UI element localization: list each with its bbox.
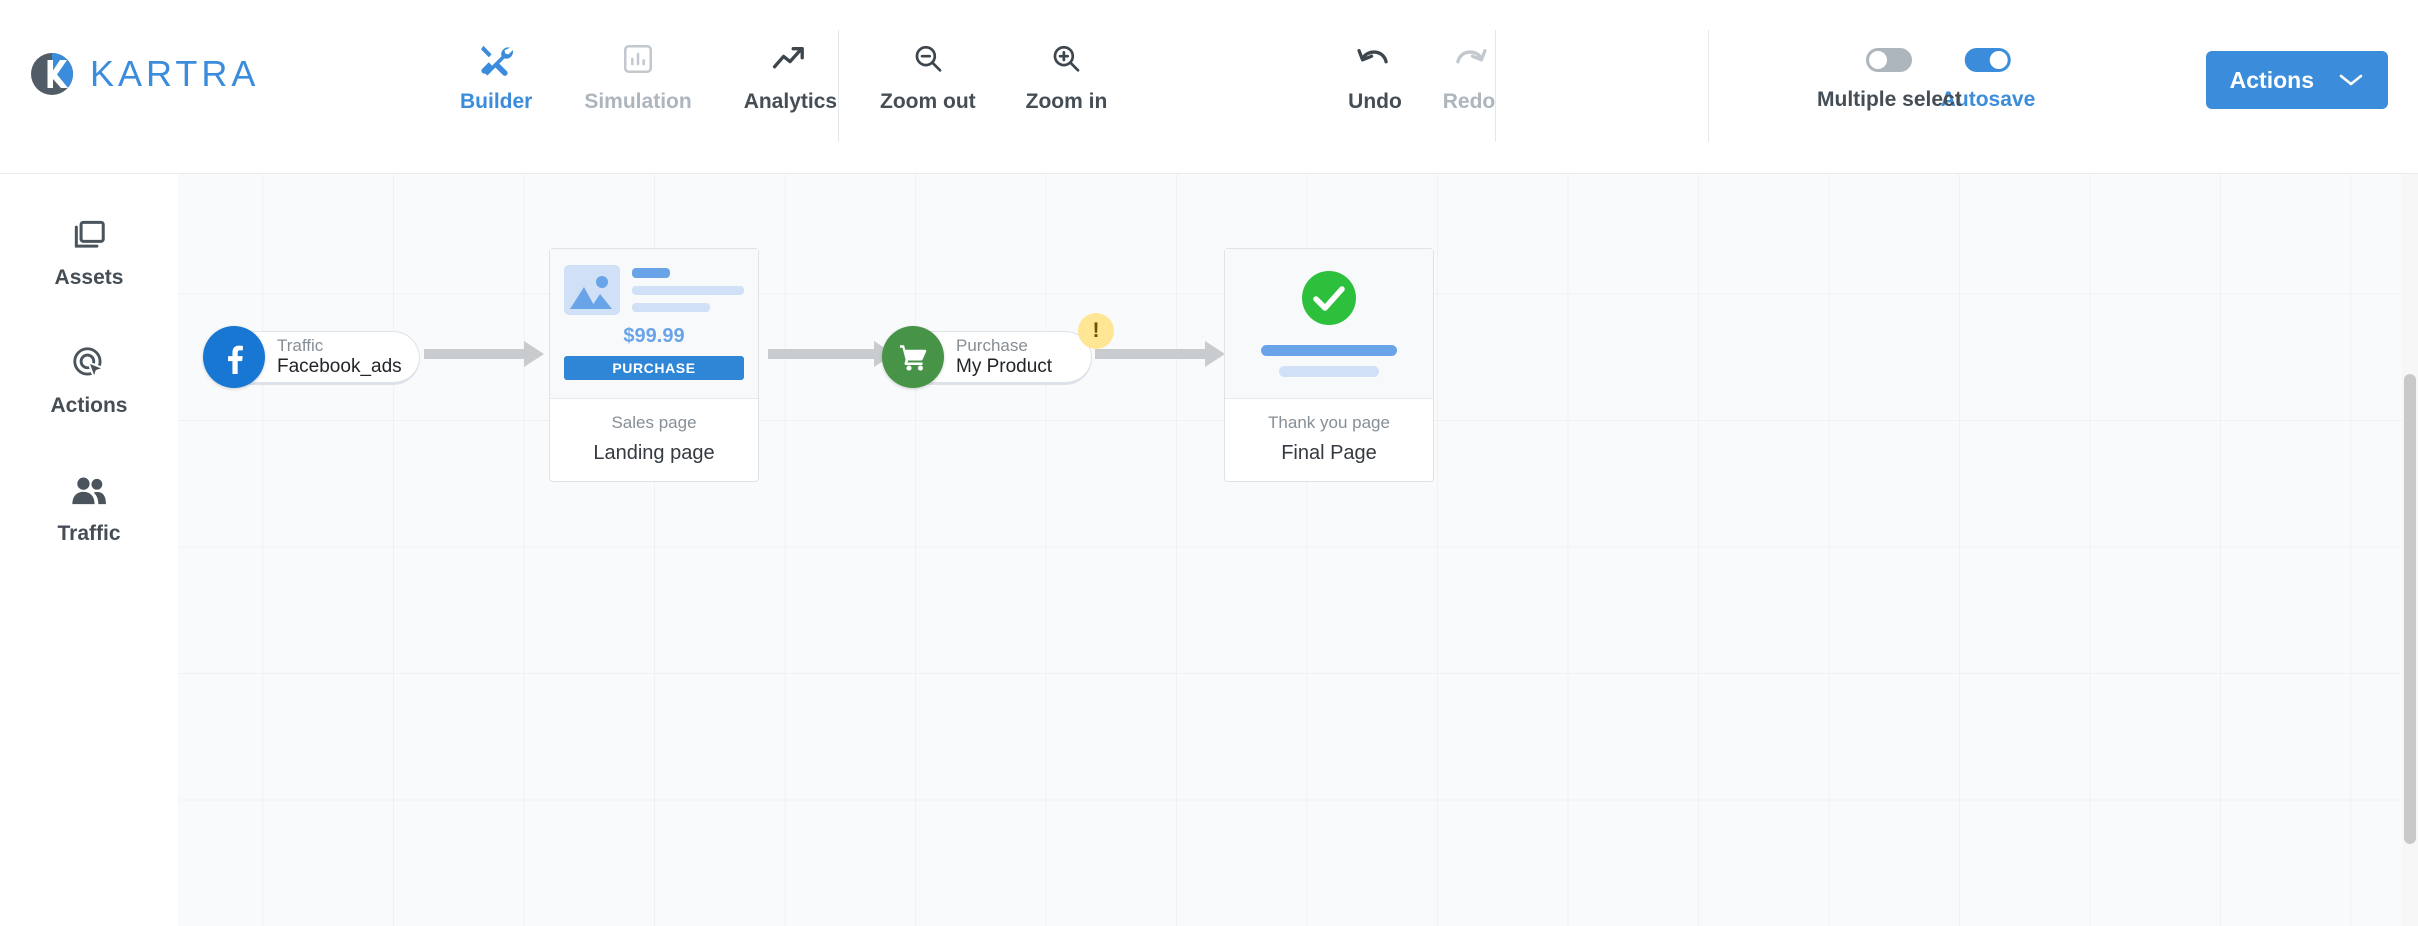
thank-you-bar-2 <box>1278 366 1380 377</box>
bar-chart-box-icon <box>621 38 655 80</box>
actions-button[interactable]: Actions <box>2205 51 2388 109</box>
undo-button[interactable]: Undo <box>1345 38 1405 114</box>
connector-line <box>424 349 524 359</box>
preview-text-bars <box>632 265 744 315</box>
zoom-in-label: Zoom in <box>1025 90 1108 113</box>
sales-page-caption: Sales page Landing page <box>550 399 758 481</box>
shopping-cart-icon <box>882 326 944 388</box>
magnifier-minus-icon <box>911 38 945 80</box>
tab-analytics[interactable]: Analytics <box>744 38 837 114</box>
magnifier-plus-icon <box>1049 38 1083 80</box>
header-divider-1 <box>838 30 839 142</box>
thank-you-caption: Thank you page Final Page <box>1225 399 1433 481</box>
connector-sales-to-purchase <box>768 341 894 367</box>
zoom-group: Zoom out Zoom in <box>880 38 1107 114</box>
node-purchase-kicker: Purchase <box>956 336 1028 356</box>
tab-builder[interactable]: Builder <box>460 38 532 114</box>
preview-bar-line2 <box>632 303 711 312</box>
zoom-in-button[interactable]: Zoom in <box>1025 38 1108 114</box>
node-traffic-title: Facebook_ads <box>277 355 402 377</box>
thank-you-preview <box>1225 249 1433 399</box>
zoom-out-button[interactable]: Zoom out <box>880 38 976 114</box>
zoom-out-label: Zoom out <box>880 90 976 113</box>
autosave-knob <box>1990 51 2008 69</box>
mode-group: Builder Simulation Analytics <box>460 38 837 114</box>
node-traffic-text: Traffic Facebook_ads <box>277 336 402 377</box>
sidebar-item-traffic-label: Traffic <box>57 522 121 545</box>
header-divider-2 <box>1495 30 1496 142</box>
preview-bar-heading <box>632 268 670 278</box>
people-icon <box>70 470 108 512</box>
green-check-circle-icon <box>1239 265 1419 327</box>
target-cursor-icon <box>70 342 108 384</box>
layers-window-icon <box>70 214 108 256</box>
thank-you-title: Final Page <box>1281 442 1377 464</box>
warning-badge[interactable]: ! <box>1078 313 1114 349</box>
multiple-select-knob <box>1869 51 1888 69</box>
thank-you-kicker: Thank you page <box>1268 413 1390 432</box>
tab-analytics-label: Analytics <box>743 90 838 113</box>
node-traffic-facebook[interactable]: Traffic Facebook_ads <box>203 326 420 388</box>
sidebar-item-actions[interactable]: Actions <box>29 342 149 418</box>
sidebar-item-actions-label: Actions <box>50 394 128 417</box>
sidebar-item-traffic[interactable]: Traffic <box>29 470 149 546</box>
redo-label: Redo <box>1442 90 1496 113</box>
sidebar-item-assets[interactable]: Assets <box>29 214 149 290</box>
preview-bar-line1 <box>632 286 744 295</box>
node-traffic-kicker: Traffic <box>277 336 324 356</box>
brand-name: KARTRA <box>90 53 260 94</box>
connector-purchase-to-thanks <box>1095 341 1225 367</box>
trend-up-arrow-icon <box>772 38 808 80</box>
connector-line <box>1095 349 1205 359</box>
undo-arrow-icon <box>1357 38 1393 80</box>
multiple-select-label: Multiple select <box>1817 88 1962 111</box>
node-purchase-title: My Product <box>956 355 1053 377</box>
node-purchase-text: Purchase My Product <box>956 336 1052 377</box>
tools-icon <box>478 38 514 80</box>
tab-simulation[interactable]: Simulation <box>584 38 692 114</box>
sales-page-price: $99.99 <box>623 325 685 347</box>
thank-you-bar-1 <box>1261 345 1397 356</box>
connector-arrowhead <box>1205 341 1225 367</box>
preview-top-row <box>564 265 744 315</box>
actions-button-label: Actions <box>2229 66 2314 93</box>
node-thank-you-page[interactable]: Thank you page Final Page <box>1224 248 1434 482</box>
multiple-select-switch[interactable] <box>1866 48 1913 72</box>
chevron-down-icon <box>2338 67 2364 94</box>
history-group: Undo Redo <box>1345 38 1499 114</box>
redo-arrow-icon <box>1451 38 1487 80</box>
autosave-switch[interactable] <box>1965 48 2011 72</box>
node-sales-page[interactable]: $99.99 PURCHASE Sales page Landing page <box>549 248 759 482</box>
connector-arrowhead <box>524 341 544 367</box>
tab-builder-label: Builder <box>460 90 533 113</box>
sales-page-kicker: Sales page <box>611 413 697 432</box>
node-purchase-product[interactable]: Purchase My Product ! <box>882 313 1114 388</box>
multiple-select-toggle[interactable]: Multiple select <box>1817 48 1962 112</box>
canvas-scrollbar-thumb[interactable] <box>2404 374 2416 844</box>
app-header: KARTRA Builder Simulation Analytics Zoom… <box>0 0 2418 174</box>
connector-line <box>768 349 874 359</box>
image-placeholder-icon <box>564 265 620 315</box>
funnel-canvas[interactable]: Traffic Facebook_ads $99.99 PURCHASE Sal… <box>178 174 2418 926</box>
canvas-scrollbar-track[interactable] <box>2402 174 2418 926</box>
sales-page-title: Landing page <box>593 442 715 464</box>
sidebar-item-assets-label: Assets <box>54 266 124 289</box>
purchase-cta-button[interactable]: PURCHASE <box>564 356 744 380</box>
undo-label: Undo <box>1348 90 1402 113</box>
connector-traffic-to-sales <box>424 341 544 367</box>
kartra-k-logo-icon <box>30 52 74 96</box>
left-sidebar: Assets Actions Traffic <box>0 174 178 926</box>
redo-button[interactable]: Redo <box>1439 38 1499 114</box>
thank-you-bars <box>1239 345 1419 377</box>
brand[interactable]: KARTRA <box>30 52 259 96</box>
facebook-f-icon <box>203 326 265 388</box>
sales-page-preview: $99.99 PURCHASE <box>550 249 758 399</box>
header-divider-3 <box>1708 30 1709 142</box>
tab-simulation-label: Simulation <box>584 90 692 113</box>
